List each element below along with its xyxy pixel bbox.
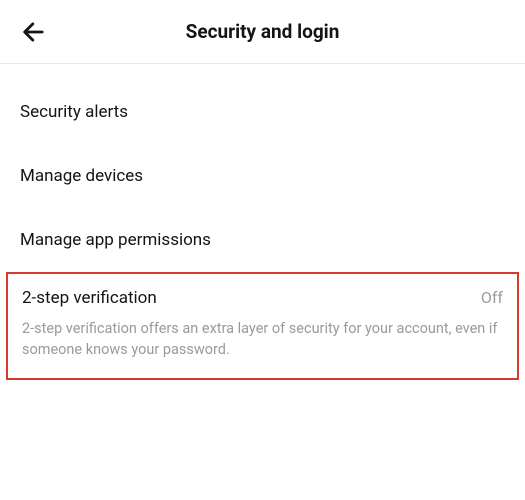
two-step-description: 2-step verification offers an extra laye…	[22, 318, 503, 360]
list-item-2-step-verification[interactable]: 2-step verification Off 2-step verificat…	[6, 272, 519, 380]
item-label: Manage app permissions	[20, 230, 505, 250]
two-step-status: Off	[481, 288, 503, 307]
item-label: Manage devices	[20, 166, 505, 186]
settings-list: Security alerts Manage devices Manage ap…	[0, 64, 525, 380]
two-step-title: 2-step verification	[22, 288, 157, 308]
list-item-manage-devices[interactable]: Manage devices	[0, 144, 525, 208]
list-item-security-alerts[interactable]: Security alerts	[0, 80, 525, 144]
page-title: Security and login	[16, 20, 509, 43]
arrow-left-icon	[20, 18, 48, 46]
back-button[interactable]	[20, 18, 48, 46]
item-label: Security alerts	[20, 102, 505, 122]
two-step-row: 2-step verification Off	[22, 288, 503, 308]
list-item-manage-app-permissions[interactable]: Manage app permissions	[0, 208, 525, 272]
header: Security and login	[0, 0, 525, 64]
